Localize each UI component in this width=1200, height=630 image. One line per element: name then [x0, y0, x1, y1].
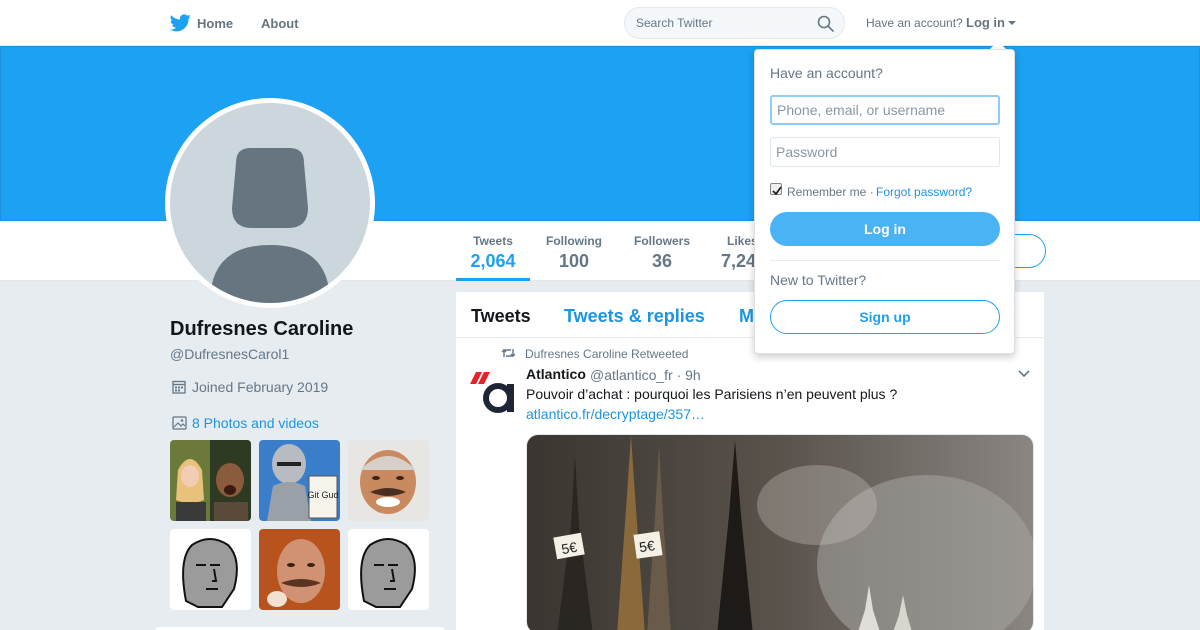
join-date: Joined February 2019: [192, 379, 329, 395]
retweet-context[interactable]: Dufresnes Caroline Retweeted: [525, 347, 688, 361]
chevron-down-icon[interactable]: [1017, 369, 1031, 379]
price-tag-text: 5€: [638, 537, 656, 555]
profile-name: Dufresnes Caroline: [170, 318, 354, 340]
default-avatar-icon: [170, 103, 370, 303]
signup-button[interactable]: Sign up: [770, 300, 1000, 334]
photos-videos-link[interactable]: 8 Photos and videos: [192, 415, 319, 431]
stat-label: Followers: [633, 234, 690, 248]
profile-handle: @DufresnesCarol1: [170, 346, 290, 362]
username-field[interactable]: [770, 95, 1000, 125]
tab-tweets-replies[interactable]: Tweets & replies: [564, 306, 705, 327]
photo-icon: [172, 416, 187, 430]
profile-avatar[interactable]: [165, 98, 375, 308]
nav-home-link[interactable]: Home: [197, 16, 233, 31]
stat-label: Tweets: [473, 234, 513, 248]
stat-followers[interactable]: Followers 36: [628, 234, 696, 272]
stat-label: Following: [546, 234, 602, 248]
login-button[interactable]: Log in: [770, 212, 1000, 246]
price-tag-text: 5€: [560, 539, 578, 557]
dropdown-divider: [770, 260, 1000, 261]
search-icon[interactable]: [817, 15, 834, 32]
photo-thumbnail[interactable]: [170, 529, 251, 610]
photo-thumbnail[interactable]: [170, 440, 251, 521]
stat-value: 2,064: [470, 251, 516, 271]
new-to-twitter-text: New to Twitter?: [770, 272, 867, 288]
tweet-author[interactable]: Atlantico: [526, 366, 586, 382]
photo-thumbnail[interactable]: [259, 529, 340, 610]
password-field[interactable]: [770, 137, 1000, 167]
stat-value: 36: [651, 251, 673, 271]
stat-following[interactable]: Following 100: [540, 234, 608, 272]
tab-tweets[interactable]: Tweets: [471, 306, 531, 327]
remember-me-label[interactable]: Remember me ·: [787, 185, 874, 199]
tab-media[interactable]: M: [739, 306, 754, 327]
login-dropdown-toggle[interactable]: Log in: [966, 15, 1005, 30]
calendar-icon: [172, 380, 186, 394]
git-gud-text: Git Gud: [307, 490, 338, 500]
photo-thumbnail[interactable]: [348, 529, 429, 610]
photo-thumbnail[interactable]: Git Gud: [259, 440, 340, 521]
tweet-media-image[interactable]: 5€ 5€: [526, 434, 1034, 630]
tweet-text: Pouvoir d’achat : pourquoi les Parisiens…: [526, 386, 898, 402]
search-input[interactable]: [636, 14, 806, 32]
stat-tweets[interactable]: Tweets 2,064: [456, 234, 530, 272]
active-stat-underline: [456, 278, 530, 281]
top-nav: Home About Have an account? Log in: [0, 0, 1200, 46]
twitter-bird-icon[interactable]: [170, 13, 191, 33]
stat-value: 100: [558, 251, 590, 271]
photo-thumbnail[interactable]: [348, 440, 429, 521]
checkmark-icon: [772, 186, 782, 196]
tweet-link[interactable]: atlantico.fr/decryptage/357…: [526, 406, 705, 422]
search-box[interactable]: [624, 7, 845, 39]
remember-me-checkbox[interactable]: [770, 183, 782, 196]
atlantico-logo-icon[interactable]: [470, 370, 518, 418]
chevron-down-icon[interactable]: [1008, 21, 1016, 25]
forgot-password-link[interactable]: Forgot password?: [876, 185, 972, 199]
retweet-icon: [501, 349, 516, 357]
dropdown-title: Have an account?: [770, 65, 883, 81]
tweet-meta[interactable]: @atlantico_fr · 9h: [590, 367, 701, 383]
have-account-text: Have an account?: [866, 16, 963, 30]
nav-about-link[interactable]: About: [261, 16, 299, 31]
